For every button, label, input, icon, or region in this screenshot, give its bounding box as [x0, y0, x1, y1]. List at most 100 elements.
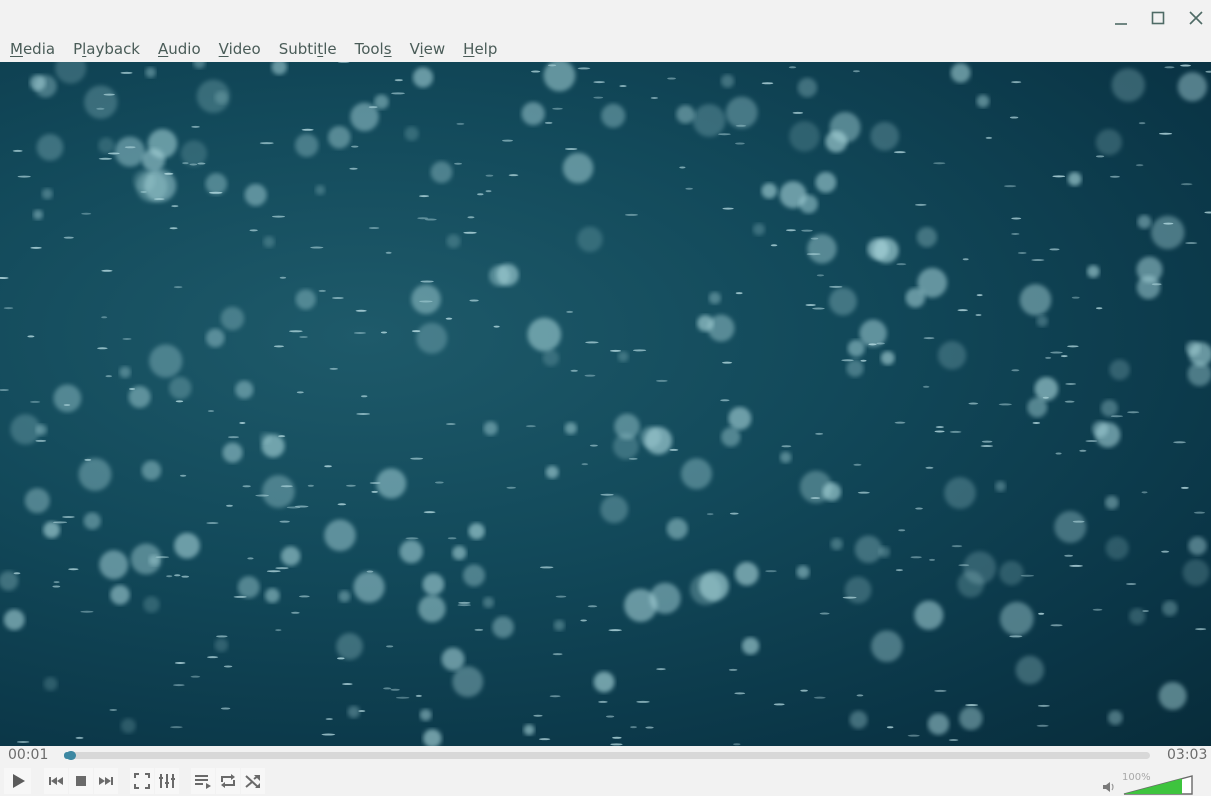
video-bubble	[447, 537, 457, 540]
video-bubble	[552, 107, 563, 110]
close-icon	[1189, 11, 1203, 25]
stop-button[interactable]	[69, 768, 93, 794]
video-bubble	[55, 62, 87, 84]
video-bubble	[275, 629, 282, 632]
seek-slider[interactable]	[64, 751, 1150, 760]
video-bubble	[249, 229, 258, 232]
video-bubble	[141, 460, 162, 481]
video-bubble	[3, 307, 14, 310]
menu-tools[interactable]: Tools	[355, 40, 392, 58]
video-bubble	[765, 570, 777, 573]
video-bubble	[975, 313, 982, 316]
video-bubble	[1164, 66, 1175, 69]
video-bubble	[296, 391, 304, 394]
video-bubble	[485, 174, 494, 177]
video-bubble	[120, 71, 133, 74]
video-bubble	[271, 62, 288, 75]
video-bubble	[84, 458, 92, 461]
menu-help[interactable]: Help	[463, 40, 497, 58]
video-bubble	[799, 194, 818, 214]
video-bubble	[279, 520, 290, 523]
video-bubble	[849, 710, 868, 729]
video-bubble	[544, 121, 553, 124]
loop-icon	[221, 774, 235, 788]
video-bubble	[360, 395, 368, 398]
video-bubble	[630, 726, 637, 729]
video-bubble	[867, 238, 889, 260]
video-bubble	[907, 734, 920, 737]
video-bubble	[120, 718, 136, 734]
video-area[interactable]	[0, 62, 1211, 746]
video-bubble	[1067, 345, 1079, 348]
title-bar	[0, 0, 1211, 36]
video-bubble	[501, 139, 514, 142]
playlist-button[interactable]	[191, 768, 215, 794]
mute-button[interactable]	[1100, 778, 1118, 796]
video-bubble	[1158, 681, 1187, 710]
video-bubble	[667, 77, 676, 80]
video-bubble	[36, 133, 64, 161]
video-bubble	[244, 183, 267, 207]
video-bubble	[141, 148, 166, 172]
video-bubble	[279, 276, 287, 279]
video-bubble	[175, 400, 184, 403]
menu-audio[interactable]: Audio	[158, 40, 201, 58]
close-button[interactable]	[1182, 6, 1210, 30]
video-bubble	[446, 234, 461, 249]
video-bubble	[617, 351, 629, 362]
play-button[interactable]	[4, 768, 31, 794]
volume-slider[interactable]	[1122, 774, 1194, 796]
video-bubble	[779, 451, 792, 464]
video-bubble	[52, 585, 61, 588]
video-bubble	[508, 174, 519, 177]
video-bubble	[324, 465, 332, 468]
video-bubble	[43, 677, 58, 691]
loop-button[interactable]	[216, 768, 240, 794]
video-bubble	[1055, 452, 1062, 455]
video-bubble	[99, 550, 129, 580]
video-bubble	[275, 567, 289, 570]
video-bubble	[410, 457, 424, 460]
video-bubble	[934, 689, 947, 692]
video-bubble	[1031, 259, 1045, 262]
maximize-button[interactable]	[1144, 6, 1172, 30]
video-bubble	[1060, 355, 1068, 358]
shuffle-button[interactable]	[241, 768, 265, 794]
video-bubble	[729, 512, 739, 515]
video-bubble	[307, 484, 314, 487]
video-bubble	[650, 96, 658, 99]
menu-video[interactable]: Video	[219, 40, 261, 58]
seek-handle[interactable]	[66, 751, 76, 760]
extended-settings-button[interactable]	[155, 768, 179, 794]
video-bubble	[856, 694, 864, 697]
previous-button[interactable]	[44, 768, 68, 794]
video-bubble	[935, 426, 945, 429]
video-bubble	[950, 62, 971, 83]
video-bubble	[81, 212, 92, 215]
menu-subtitle[interactable]: Subtitle	[279, 40, 337, 58]
minimize-button[interactable]	[1107, 6, 1135, 30]
video-bubble	[355, 309, 367, 312]
video-bubble	[264, 588, 280, 603]
video-bubble	[385, 251, 392, 254]
video-bubble	[286, 506, 301, 509]
menu-view[interactable]: View	[410, 40, 446, 58]
next-button[interactable]	[94, 768, 118, 794]
video-bubble	[1011, 217, 1022, 220]
menu-media[interactable]: Media	[10, 40, 55, 58]
video-bubble	[521, 101, 545, 126]
video-bubble	[1037, 704, 1050, 707]
fullscreen-button[interactable]	[130, 768, 154, 794]
video-bubble	[1086, 265, 1100, 278]
video-bubble	[1009, 635, 1023, 638]
video-bubble	[707, 314, 735, 342]
play-icon	[12, 774, 25, 788]
video-bubble	[547, 64, 557, 67]
menu-playback[interactable]: Playback	[73, 40, 140, 58]
video-bubble	[119, 366, 131, 378]
video-bubble	[80, 610, 94, 613]
video-bubble	[612, 736, 622, 739]
video-bubble	[812, 307, 825, 310]
video-bubble	[30, 246, 42, 249]
video-bubble	[959, 706, 983, 731]
